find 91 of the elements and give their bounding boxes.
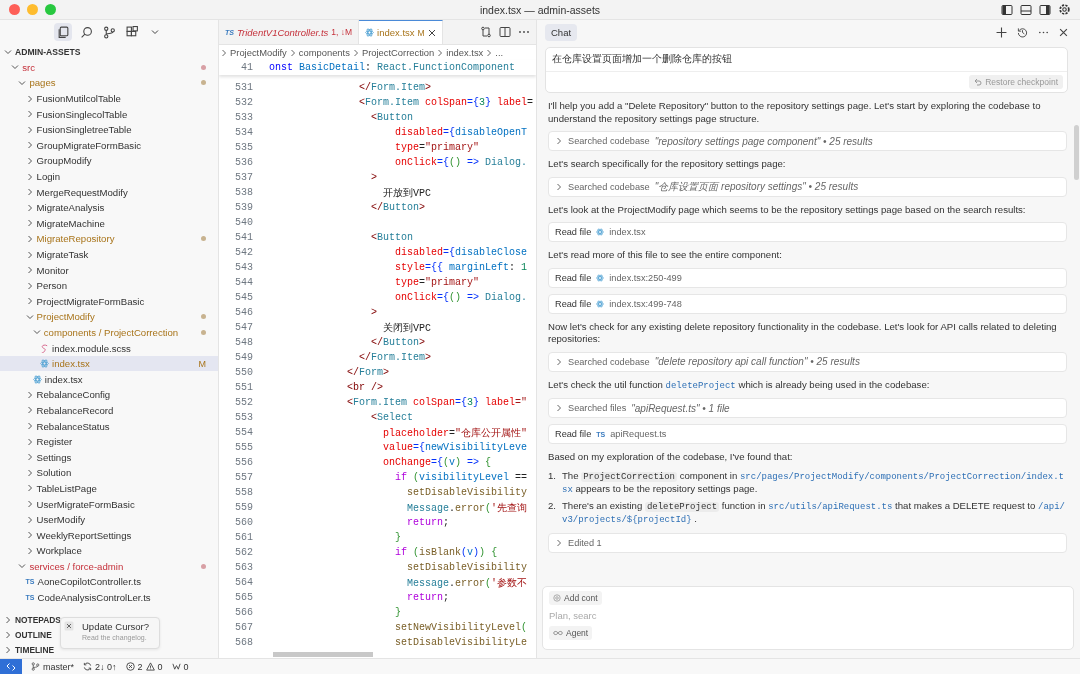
assistant-message: Let's read more of this file to see the entire component: xyxy=(547,249,783,262)
code-line: onClick={() => Dialog. xyxy=(394,292,528,303)
list-item-text: There's an existing deleteProject function in src/utils/apiRequest.ts that makes a DELETE request to /api/v3/projects/${projectId} . xyxy=(562,499,1066,527)
line-number: 559 xyxy=(234,502,254,513)
line-number: 544 xyxy=(234,277,254,288)
line-number: 535 xyxy=(234,142,254,153)
code-line: </Form.Item> xyxy=(358,82,432,93)
line-number: 543 xyxy=(234,262,254,273)
line-number: 556 xyxy=(234,457,254,468)
line-number: 557 xyxy=(234,472,254,483)
code-line: style={{ marginLeft: 1 xyxy=(394,262,528,273)
code-line: > xyxy=(370,172,378,183)
line-number: 532 xyxy=(234,97,254,108)
line-number: 568 xyxy=(234,637,254,648)
line-number: 541 xyxy=(234,232,254,243)
code-line: onChange={(v) => { xyxy=(382,457,492,468)
code-line: <Form.Item colSpan={3} label= xyxy=(358,97,534,108)
code-line: disabled={disableClose xyxy=(394,247,528,258)
assistant-message: Let's check the util function deleteProject which is already being used in the codebase: xyxy=(547,378,931,392)
list-item-text: The ProjectCorrection component in src/pages/ProjectModify/components/ProjectCorrection/index.tsx appears to be the repository settings page. xyxy=(562,469,1066,497)
code-line: setDisableVisibility xyxy=(406,487,528,498)
code-line: value={newVisibilityLeve xyxy=(382,442,528,453)
code-line: 关闭到VPC xyxy=(382,321,432,335)
line-number: 545 xyxy=(234,292,254,303)
line-number: 540 xyxy=(234,217,254,228)
line-number: 554 xyxy=(234,427,254,438)
line-number: 550 xyxy=(234,367,254,378)
line-number: 551 xyxy=(234,382,254,393)
code-line: Message.error('先查询 xyxy=(406,501,528,515)
code-line: placeholder="仓库公开属性" xyxy=(382,426,528,440)
line-number: 567 xyxy=(234,622,254,633)
line-number: 566 xyxy=(234,607,254,618)
list-number: 1. xyxy=(548,469,557,483)
code-line: <br /> xyxy=(346,382,384,393)
notification-title: Update Cursor? xyxy=(82,621,150,632)
line-number: 553 xyxy=(234,412,254,423)
user-prompt: 在仓库设置页面增加一个删除仓库的按钮 xyxy=(546,48,1067,72)
code-line: if (visibilityLevel == xyxy=(394,472,528,483)
code-line: type="primary" xyxy=(394,142,480,153)
code-line: if (isBlank(v)) { xyxy=(394,547,498,558)
code-line: </Form.Item> xyxy=(358,352,432,363)
code-line: <Button xyxy=(370,232,414,243)
code-line: <Form.Item colSpan={3} label=" xyxy=(346,397,528,408)
code-line: } xyxy=(394,607,402,618)
code-line: Message.error('参数不 xyxy=(406,576,528,590)
line-number: 41 xyxy=(240,62,254,73)
assistant-message: Based on my exploration of the codebase, I've found that: xyxy=(547,451,794,464)
assistant-message: I'll help you add a "Delete Repository" button to the repository settings page. Let's start by exploring the codebase to understand the repository settings page structure. xyxy=(547,100,1042,125)
code-line: onClick={() => Dialog. xyxy=(394,157,528,168)
list-number: 2. xyxy=(548,499,557,513)
code-line: } xyxy=(394,532,402,543)
code-line: </Button> xyxy=(370,202,426,213)
line-number: 562 xyxy=(234,547,254,558)
assistant-message: Let's search specifically for the repository settings page: xyxy=(547,158,787,171)
window-title: index.tsx — admin-assets xyxy=(479,3,601,16)
code-line: disabled={disableOpenT xyxy=(394,127,528,138)
code-line: <Select xyxy=(370,412,414,423)
line-number: 533 xyxy=(234,112,254,123)
line-number: 548 xyxy=(234,337,254,348)
code-line: onst BasicDetail: React.FunctionComponent xyxy=(269,62,516,73)
assistant-message: Let's look at the ProjectModify page which seems to be the repository settings page based on the search results: xyxy=(547,203,1027,216)
line-number: 546 xyxy=(234,307,254,318)
line-number: 537 xyxy=(234,172,254,183)
code-line: > xyxy=(370,307,378,318)
line-number: 549 xyxy=(234,352,254,363)
line-number: 560 xyxy=(234,517,254,528)
line-number: 564 xyxy=(234,577,254,588)
line-number: 536 xyxy=(234,157,254,168)
code-line: </Form> xyxy=(346,367,390,378)
code-line: return; xyxy=(406,517,450,528)
line-number: 531 xyxy=(234,82,254,93)
code-line: setNewVisibilityLevel( xyxy=(394,622,528,633)
code-line: return; xyxy=(406,592,450,603)
code-line: setDisableVisibilityLe xyxy=(394,637,528,648)
code-line: </Button> xyxy=(370,337,426,348)
line-number: 555 xyxy=(234,442,254,453)
line-number: 538 xyxy=(234,187,254,198)
line-number: 539 xyxy=(234,202,254,213)
code-line: type="primary" xyxy=(394,277,480,288)
line-number: 547 xyxy=(234,322,254,333)
assistant-message: Now let's check for any existing delete repository functionality in the codebase. Let's look for API calls related to deleting repositories: xyxy=(547,320,1058,346)
line-number: 561 xyxy=(234,532,254,543)
line-number: 563 xyxy=(234,562,254,573)
line-number: 565 xyxy=(234,592,254,603)
code-line: <Button xyxy=(370,112,414,123)
line-number: 542 xyxy=(234,247,254,258)
code-line: 开放到VPC xyxy=(382,186,432,200)
line-number: 552 xyxy=(234,397,254,408)
code-line: setDisableVisibility xyxy=(406,562,528,573)
line-number: 558 xyxy=(234,487,254,498)
line-number: 534 xyxy=(234,127,254,138)
